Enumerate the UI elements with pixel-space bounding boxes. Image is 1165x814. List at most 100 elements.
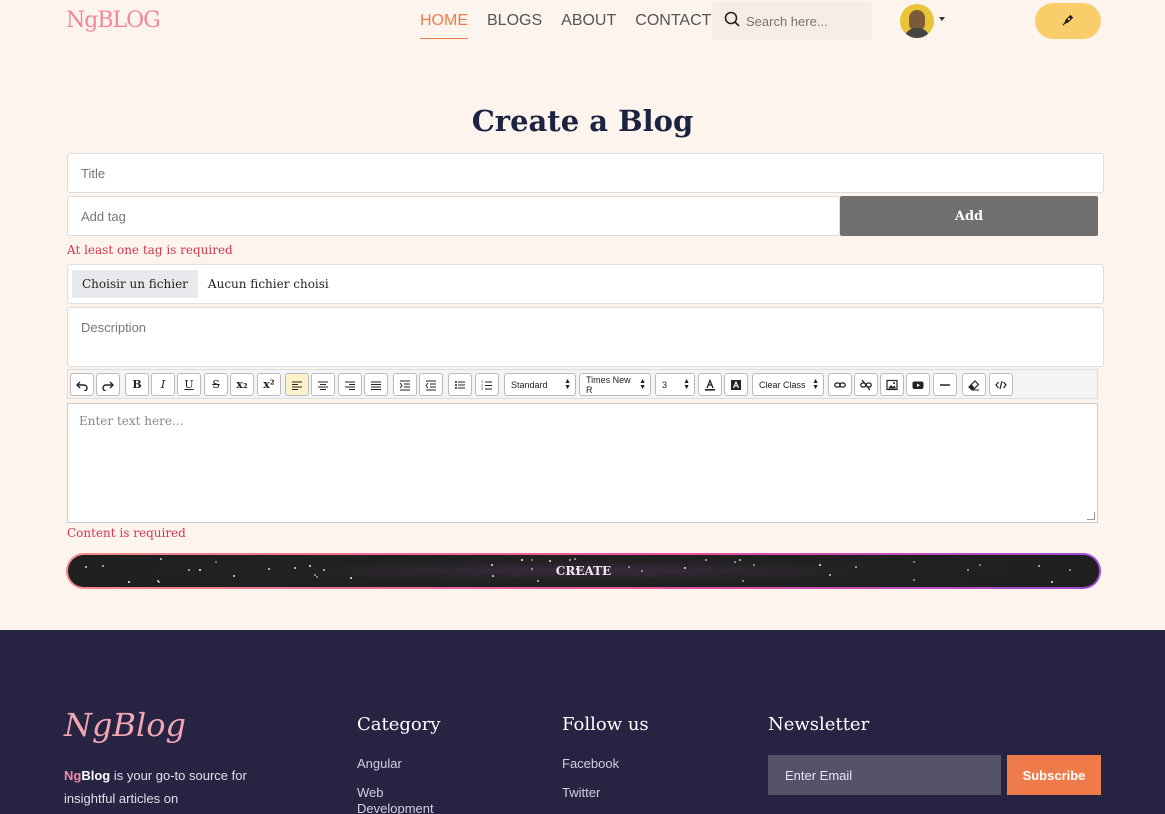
tag-field [67, 196, 840, 236]
add-tag-button[interactable]: Add [840, 196, 1098, 236]
decorative-star [85, 566, 88, 569]
write-blog-button[interactable] [1035, 3, 1101, 39]
undo-icon[interactable] [70, 373, 94, 396]
decorative-star [521, 559, 524, 562]
user-avatar[interactable] [900, 4, 934, 38]
category-link-web-development[interactable]: Web Development [357, 785, 447, 814]
align-left-icon[interactable] [285, 373, 309, 396]
indent-icon[interactable] [393, 373, 417, 396]
svg-text:3: 3 [481, 387, 483, 391]
text-color-icon[interactable] [698, 373, 722, 396]
numbered-list-icon[interactable]: 123 [475, 373, 499, 396]
decorative-star [536, 579, 539, 582]
nav-link-contact[interactable]: CONTACT [635, 12, 711, 39]
decorative-star [268, 567, 271, 570]
outdent-icon[interactable] [419, 373, 443, 396]
footer-logo[interactable]: NgBlog [64, 706, 186, 744]
decorative-star [530, 559, 533, 562]
decorative-star [160, 557, 163, 560]
unlink-icon[interactable] [854, 373, 878, 396]
code-view-icon[interactable] [989, 373, 1013, 396]
decorative-star [128, 581, 131, 584]
nav-link-home[interactable]: HOME [420, 12, 468, 39]
file-status: Aucun fichier choisi [207, 277, 329, 291]
footer-brand-blog: Blog [81, 768, 111, 783]
decorative-star [854, 566, 857, 569]
font-select[interactable]: Times New R ▲ ▼ [579, 373, 651, 396]
align-justify-icon[interactable] [364, 373, 388, 396]
class-select-value: Clear Class [759, 379, 806, 390]
subscript-button[interactable]: x₂ [230, 373, 254, 396]
follow-link-facebook[interactable]: Facebook [562, 756, 652, 785]
link-icon[interactable] [828, 373, 852, 396]
category-link-angular[interactable]: Angular [357, 756, 447, 785]
decorative-star [549, 560, 552, 563]
create-label: CREATE [555, 564, 612, 578]
bullet-list-icon[interactable] [448, 373, 472, 396]
tag-input[interactable] [81, 197, 839, 235]
follow-heading: Follow us [562, 714, 649, 735]
decorative-star [627, 565, 630, 568]
bold-button[interactable]: B [125, 373, 149, 396]
decorative-star [818, 563, 821, 566]
decorative-star [734, 560, 737, 563]
decorative-star [683, 567, 686, 570]
italic-button[interactable]: I [151, 373, 175, 396]
tag-error: At least one tag is required [67, 243, 233, 257]
decorative-star [158, 581, 161, 584]
title-input[interactable] [81, 154, 1103, 192]
decorative-star [199, 568, 202, 571]
create-button[interactable]: CREATE [66, 553, 1101, 589]
footer: NgBlog NgBlog is your go-to source for i… [0, 630, 1165, 814]
class-select[interactable]: Clear Class ▲ ▼ [752, 373, 824, 396]
decorative-star [530, 568, 533, 571]
nav-links: HOME BLOGS ABOUT CONTACT [420, 12, 711, 39]
decorative-star [1037, 565, 1040, 568]
nav-link-blogs[interactable]: BLOGS [487, 12, 542, 39]
subscribe-button[interactable]: Subscribe [1007, 755, 1101, 795]
nav-link-about[interactable]: ABOUT [561, 12, 616, 39]
horizontal-rule-icon[interactable] [933, 373, 957, 396]
underline-button[interactable]: U [177, 373, 201, 396]
navbar: NgBLOG HOME BLOGS ABOUT CONTACT [0, 0, 1165, 42]
footer-description: NgBlog is your go-to source for insightf… [64, 764, 284, 810]
redo-icon[interactable] [96, 373, 120, 396]
decorative-star [233, 575, 236, 578]
site-logo[interactable]: NgBLOG [66, 8, 161, 33]
heading-select[interactable]: Standard ▲ ▼ [504, 373, 576, 396]
background-color-icon[interactable] [724, 373, 748, 396]
title-field [67, 153, 1104, 193]
search-icon [724, 11, 740, 32]
decorative-star [215, 561, 218, 564]
description-field [67, 307, 1104, 367]
chevron-down-icon[interactable] [939, 17, 945, 21]
align-right-icon[interactable] [338, 373, 362, 396]
decorative-star [315, 576, 318, 579]
page-title: Create a Blog [471, 104, 694, 138]
eraser-icon[interactable] [962, 373, 986, 396]
font-select-value: Times New R [586, 374, 631, 395]
create-button-starfield: CREATE [68, 555, 1099, 587]
choose-file-button[interactable]: Choisir un fichier [72, 270, 198, 298]
decorative-star [1068, 568, 1071, 571]
size-select[interactable]: 3 ▲ ▼ [655, 373, 695, 396]
decorative-star [323, 568, 326, 571]
strikethrough-button[interactable]: S [204, 373, 228, 396]
decorative-star [309, 564, 312, 567]
video-icon[interactable] [906, 373, 930, 396]
decorative-star [829, 573, 832, 576]
image-icon[interactable] [880, 373, 904, 396]
decorative-star [738, 558, 741, 561]
follow-link-twitter[interactable]: Twitter [562, 785, 652, 814]
search-input[interactable] [746, 13, 866, 29]
decorative-star [492, 574, 495, 577]
content-editor[interactable]: Enter text here... [67, 403, 1098, 523]
category-heading: Category [357, 714, 441, 735]
superscript-button[interactable]: x² [257, 373, 281, 396]
newsletter-email-input[interactable] [768, 755, 1001, 795]
align-center-icon[interactable] [311, 373, 335, 396]
resize-handle[interactable] [1087, 512, 1095, 520]
description-input[interactable] [81, 320, 1103, 335]
search-box [712, 2, 872, 40]
footer-brand-ng: Ng [64, 768, 82, 783]
